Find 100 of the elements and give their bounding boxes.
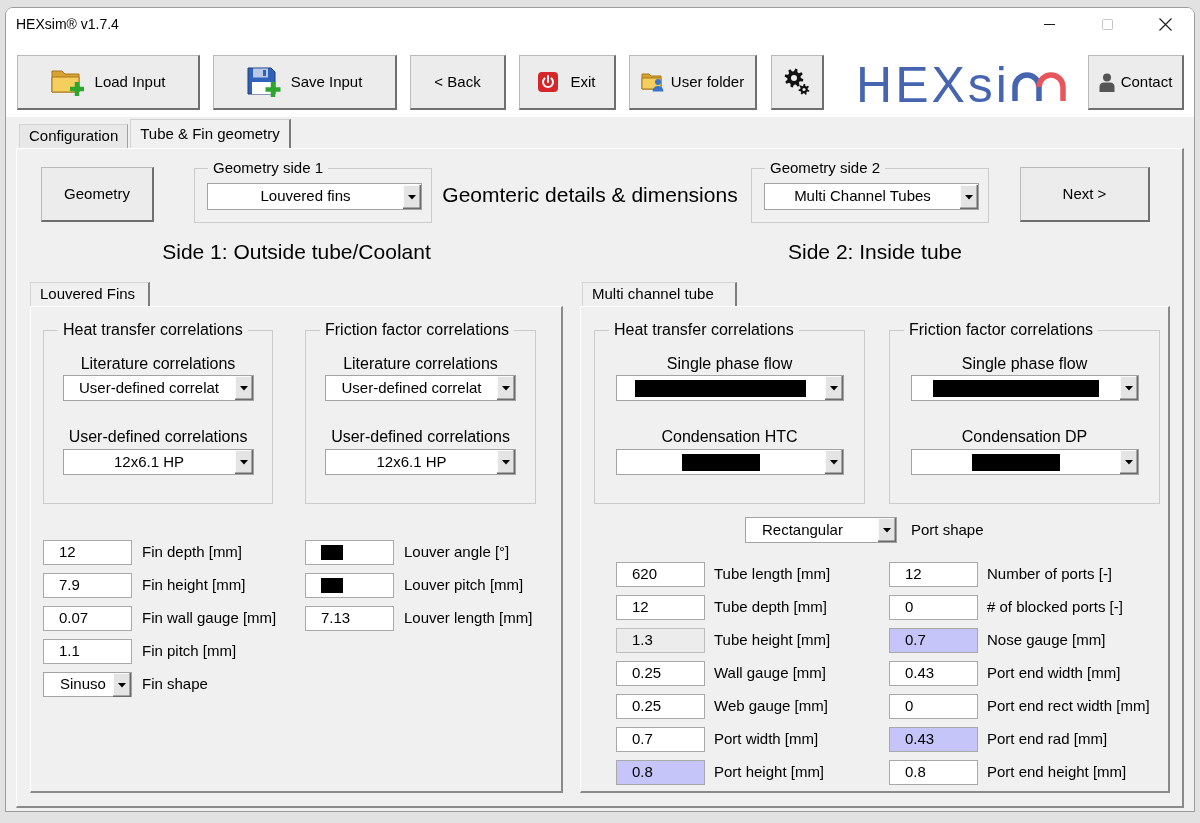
logo-wave-icon	[1011, 72, 1066, 101]
field-label: Port shape	[911, 519, 984, 540]
group-title: Friction factor correlations	[324, 320, 511, 340]
dropdown-label: User-defined correlations	[331, 427, 510, 447]
field-label: Tube depth [mm]	[714, 597, 827, 618]
save-input-button[interactable]: Save Input	[213, 55, 397, 110]
dropdown-label: Literature correlations	[343, 354, 498, 374]
next-button[interactable]: Next >	[1020, 167, 1150, 222]
minimize-icon[interactable]	[1043, 24, 1055, 25]
dropdown-label: Single phase flow	[666, 354, 793, 374]
caret-down-icon	[113, 672, 131, 697]
dropdown-label: User-defined correlations	[68, 427, 248, 447]
input-field[interactable]: 12	[616, 595, 705, 620]
tab[interactable]: Configuration	[19, 124, 129, 148]
side-heading: Side 1: Outside tube/Coolant	[162, 240, 431, 264]
settings-button[interactable]	[771, 55, 824, 110]
dropdown[interactable]	[615, 375, 844, 401]
group-title: Heat transfer correlations	[62, 320, 244, 340]
caret-down-icon	[960, 184, 978, 209]
person-icon	[1098, 72, 1115, 92]
input-field[interactable]: 0.25	[616, 694, 705, 719]
input-field[interactable]: 12	[889, 562, 978, 587]
input-field[interactable]: 7.13	[305, 606, 394, 631]
input-field[interactable]: 7.9	[43, 573, 132, 598]
redaction-bar	[321, 578, 343, 593]
user-folder-button[interactable]: User folder	[629, 55, 757, 110]
exit-button[interactable]: Exit	[519, 55, 616, 110]
tab[interactable]: Tube & Fin geometry	[130, 119, 291, 148]
caret-down-icon	[824, 376, 843, 400]
field-label: Tube length [mm]	[714, 564, 831, 585]
caret-down-icon	[1119, 376, 1138, 400]
group-title: Geometry side 2	[769, 158, 882, 178]
power-icon	[538, 72, 559, 92]
field-label: Number of ports [-]	[987, 564, 1113, 585]
field-label: Tube height [mm]	[714, 630, 831, 651]
field-label: Louver pitch [mm]	[404, 575, 524, 596]
tab[interactable]: Multi channel tube	[582, 282, 737, 306]
input-field[interactable]: 0	[889, 595, 978, 620]
dropdown[interactable]: Multi Channel Tubes	[764, 183, 979, 210]
folder-plus-icon	[50, 67, 85, 97]
settings-icon	[784, 68, 810, 96]
dropdown-label: Condensation HTC	[661, 427, 798, 447]
input-field[interactable]: 0.8	[889, 760, 978, 785]
caret-down-icon	[824, 450, 843, 474]
dropdown[interactable]: User-defined correlat	[62, 375, 254, 401]
field-label: Fin pitch [mm]	[142, 641, 237, 662]
input-field[interactable]: 0.07	[43, 606, 132, 631]
input-field[interactable]: 0.7	[616, 727, 705, 752]
dropdown[interactable]: Louvered fins	[207, 183, 422, 210]
input-field[interactable]	[305, 573, 394, 598]
field-label: Port end height [mm]	[987, 762, 1127, 783]
field-label: Wall gauge [mm]	[714, 663, 826, 684]
back-button[interactable]: < Back	[410, 55, 506, 110]
dropdown[interactable]: User-defined correlat	[325, 375, 516, 401]
input-field[interactable]: 0.8	[616, 760, 705, 785]
caret-down-icon	[234, 376, 253, 400]
geometry-button[interactable]: Geometry	[41, 167, 154, 222]
field-label: Fin height [mm]	[142, 575, 246, 596]
window-title: HEXsim® v1.7.4	[16, 15, 119, 34]
field-label: Port width [mm]	[714, 729, 819, 750]
logo-text: HEXsi	[856, 60, 1010, 110]
field-label: # of blocked ports [-]	[987, 597, 1123, 618]
field-label: Louver angle [°]	[404, 542, 510, 563]
input-field[interactable]: 1.3	[616, 628, 705, 653]
contact-button[interactable]: Contact	[1088, 55, 1184, 110]
side-heading: Side 2: Inside tube	[788, 240, 962, 264]
tab[interactable]: Louvered Fins	[30, 282, 150, 306]
section-heading: Geomteric details & dimensions	[442, 182, 738, 208]
caret-down-icon	[497, 376, 515, 400]
field-label: Port end rect width [mm]	[987, 696, 1150, 717]
floppy-disk-plus-icon	[246, 66, 281, 98]
field-label: Fin depth [mm]	[142, 542, 243, 563]
dropdown[interactable]	[615, 449, 844, 475]
dropdown[interactable]	[910, 449, 1139, 475]
field-label: Fin wall gauge [mm]	[142, 608, 277, 629]
input-field[interactable]: 620	[616, 562, 705, 587]
dropdown[interactable]	[910, 375, 1139, 401]
input-field[interactable]: 0.25	[616, 661, 705, 686]
input-field[interactable]: 12	[43, 540, 132, 565]
caret-down-icon	[878, 518, 896, 542]
input-field[interactable]: 0.43	[889, 661, 978, 686]
caret-down-icon	[1119, 450, 1138, 474]
dropdown[interactable]: Rectangular	[745, 517, 897, 543]
input-field[interactable]: 0.43	[889, 727, 978, 752]
dropdown-label: Condensation DP	[961, 427, 1088, 447]
field-label: Port end rad [mm]	[987, 729, 1108, 750]
input-field[interactable]: 1.1	[43, 639, 132, 664]
load-input-button[interactable]: Load Input	[17, 55, 200, 110]
dropdown-label: Literature correlations	[80, 354, 236, 374]
caret-down-icon	[497, 450, 515, 474]
dropdown[interactable]: Sinuso	[43, 672, 132, 697]
input-field[interactable]: 0.7	[889, 628, 978, 653]
input-field[interactable]: 0	[889, 694, 978, 719]
input-field[interactable]	[305, 540, 394, 565]
dropdown[interactable]: 12x6.1 HP	[62, 449, 254, 475]
close-icon[interactable]	[1158, 18, 1172, 31]
dropdown[interactable]: 12x6.1 HP	[325, 449, 516, 475]
dropdown-label: Single phase flow	[961, 354, 1088, 374]
field-label: Port end width [mm]	[987, 663, 1121, 684]
caret-down-icon	[403, 184, 421, 209]
